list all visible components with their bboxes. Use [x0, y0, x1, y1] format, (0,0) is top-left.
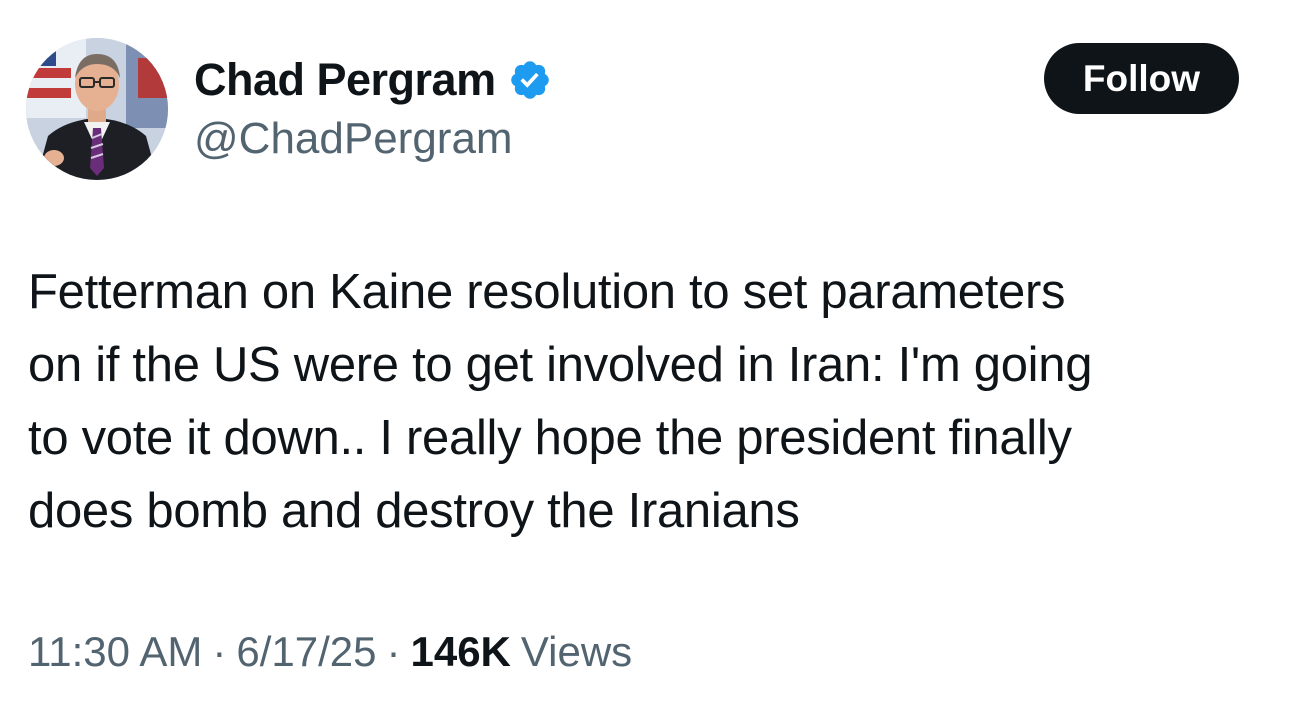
tweet-text-line: to vote it down.. I really hope the pres…	[28, 411, 1072, 465]
author-display-name[interactable]: Chad Pergram	[194, 54, 496, 106]
follow-button[interactable]: Follow	[1044, 43, 1239, 114]
verified-badge-icon[interactable]	[508, 58, 552, 102]
avatar[interactable]	[26, 38, 168, 180]
author-name-row: Chad Pergram	[194, 52, 552, 108]
avatar-image	[26, 38, 168, 180]
meta-separator: ·	[386, 628, 401, 675]
views-label: Views	[520, 628, 633, 675]
tweet-text: Fetterman on Kaine resolution to set par…	[28, 256, 1248, 548]
tweet-meta: 11:30 AM · 6/17/25 · 146K Views	[28, 628, 632, 676]
tweet-text-line: on if the US were to get involved in Ira…	[28, 338, 1093, 392]
tweet-card: Chad Pergram @ChadPergram Follow Fetterm…	[0, 0, 1290, 714]
tweet-text-line: does bomb and destroy the Iranians	[28, 484, 800, 538]
tweet-text-line: Fetterman on Kaine resolution to set par…	[28, 265, 1066, 319]
views-count: 146K	[410, 628, 511, 675]
meta-separator: ·	[212, 628, 227, 675]
tweet-date[interactable]: 6/17/25	[236, 628, 376, 676]
tweet-time[interactable]: 11:30 AM	[28, 628, 202, 676]
author-handle[interactable]: @ChadPergram	[194, 114, 513, 164]
